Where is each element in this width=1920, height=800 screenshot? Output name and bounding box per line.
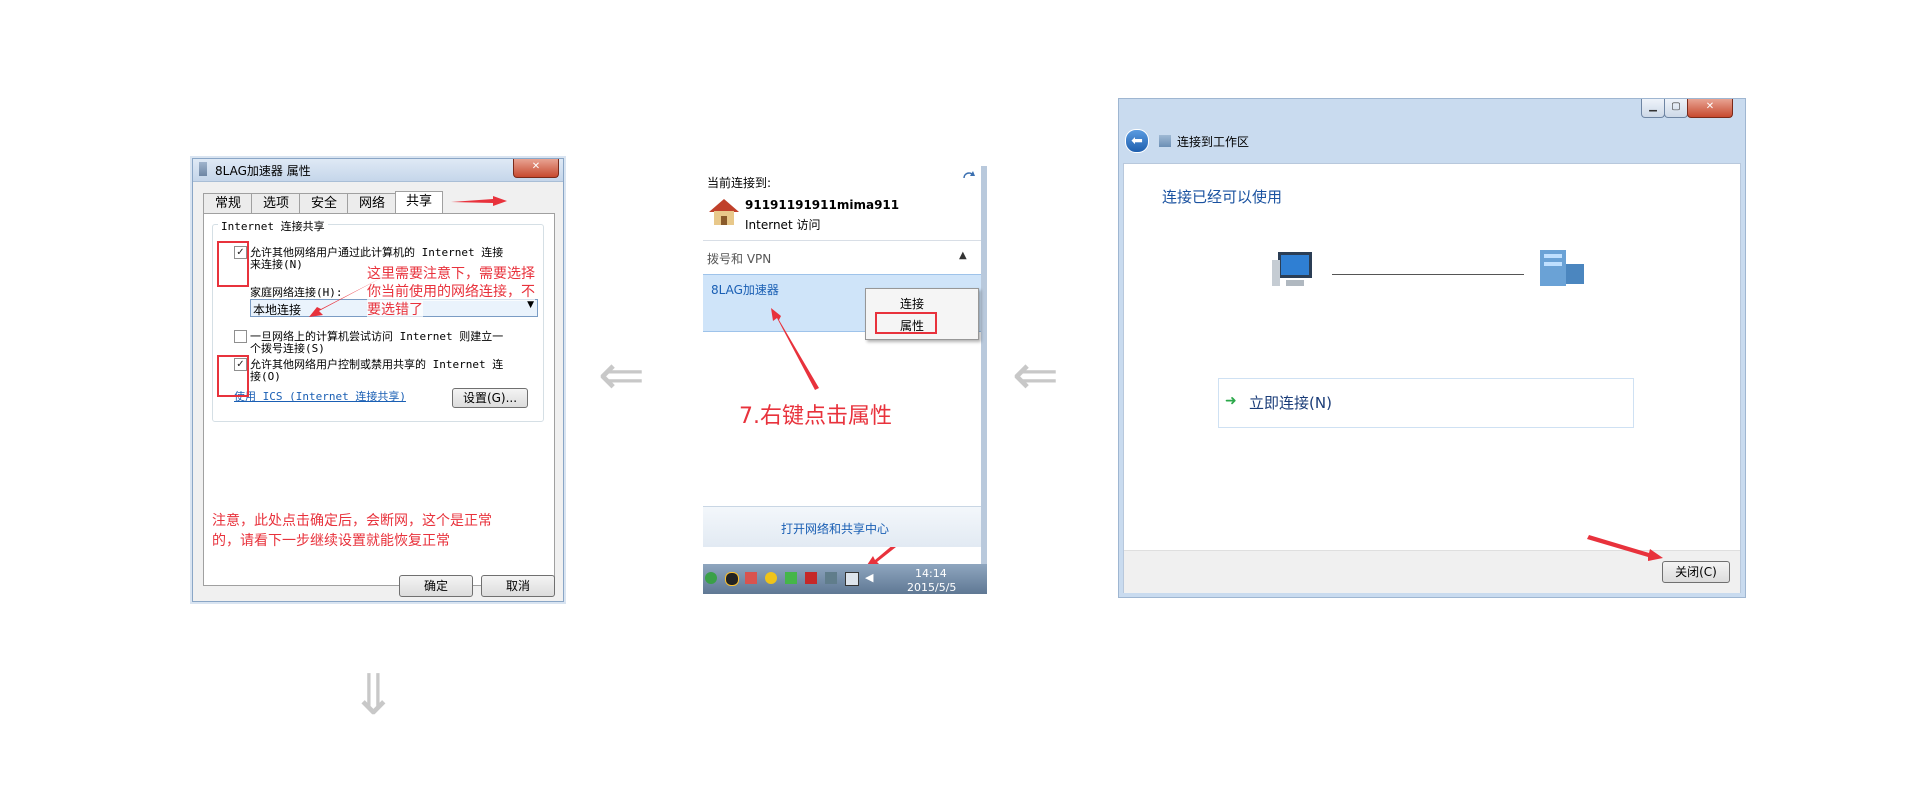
tray-app-icon[interactable] — [805, 572, 817, 584]
clock-date[interactable]: 2015/5/5 — [907, 581, 956, 594]
annotation-arrows — [309, 196, 507, 317]
open-network-center-link[interactable]: 打开网络和共享中心 — [781, 520, 889, 537]
taskbar: ◀ 14:14 2015/5/5 — [703, 564, 987, 594]
volume-icon[interactable]: ◀ — [865, 572, 877, 584]
flow-arrow-down-icon: ⇓ — [350, 663, 397, 728]
select-pointer-arrow — [309, 277, 383, 317]
flow-arrow-left-icon: ⇐ — [1012, 343, 1059, 408]
speaker-app-icon[interactable] — [745, 572, 757, 584]
clock-time[interactable]: 14:14 — [915, 567, 947, 580]
network-flyout: 当前连接到: 91191191911mima911 Internet 访问 拨号… — [703, 166, 987, 594]
shield-icon[interactable] — [705, 572, 717, 584]
flyout-footer: 打开网络和共享中心 — [703, 506, 981, 547]
tray-app-icon[interactable] — [825, 572, 837, 584]
tray-app-icon[interactable] — [765, 572, 777, 584]
qq-icon[interactable] — [725, 572, 739, 586]
battery-icon[interactable] — [785, 572, 797, 584]
connect-workplace-window: ▁ ▢ ✕ ⬅ 连接到工作区 连接已经可以使用 ➜ 立即连接(N) 关闭(C) — [1118, 98, 1746, 598]
flow-arrow-left-icon: ⇐ — [598, 343, 645, 408]
close-pointer-arrow — [1587, 535, 1663, 561]
properties-pointer-arrow — [771, 308, 819, 390]
properties-dialog: 8LAG加速器 属性 ✕ 常规 选项 安全 网络 共享 Internet 连接共… — [192, 158, 564, 602]
network-tray-icon[interactable] — [845, 572, 859, 586]
tab-pointer-arrow — [451, 196, 507, 206]
step-7-label: 7.右键点击属性 — [739, 404, 892, 429]
